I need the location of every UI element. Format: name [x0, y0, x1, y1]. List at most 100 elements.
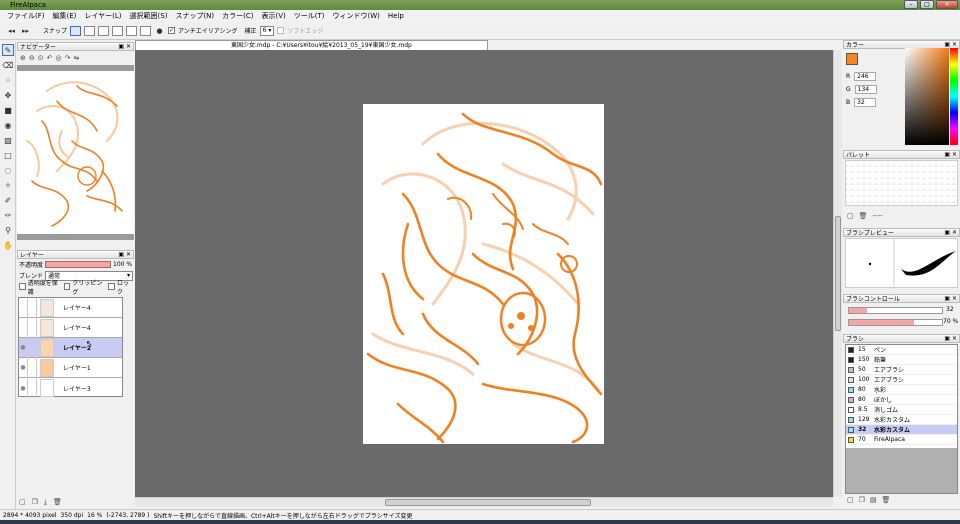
merge-layer-icon[interactable]: ⤓: [44, 498, 47, 507]
correction-select[interactable]: 6 ▾: [259, 25, 275, 36]
panel-controls-icon[interactable]: ▣ ✕: [118, 43, 131, 51]
dot-tool-icon[interactable]: ⁘: [2, 74, 14, 86]
layer-row[interactable]: ● レイヤー2 ↖: [19, 337, 122, 358]
layer-row[interactable]: ● レイヤー3: [19, 378, 122, 398]
zoom-out-icon[interactable]: ⊖: [29, 54, 35, 62]
antialias-checkbox[interactable]: ✓: [168, 27, 176, 34]
horizontal-scrollbar[interactable]: [135, 497, 833, 507]
rotate-reset-icon[interactable]: ◎: [56, 54, 62, 62]
saturation-value-picker[interactable]: [905, 48, 949, 145]
menu-view[interactable]: 表示(V): [258, 11, 290, 21]
select-eraser-icon[interactable]: ✑: [2, 209, 14, 221]
panel-controls-icon[interactable]: ▣ ✕: [118, 251, 131, 259]
snap-circle-icon[interactable]: [126, 25, 138, 36]
brush-item[interactable]: 80 ぼかし: [846, 395, 957, 405]
menu-tool[interactable]: ツール(T): [290, 11, 329, 21]
layer-lock-cell[interactable]: [28, 297, 37, 318]
brush-settings-icon[interactable]: ▤: [870, 496, 877, 504]
magic-wand-icon[interactable]: ✧: [2, 179, 14, 191]
snap-parallel-icon[interactable]: [84, 25, 96, 36]
protect-alpha-checkbox[interactable]: [19, 283, 26, 290]
layer-row[interactable]: レイヤー4: [19, 317, 122, 338]
layer-lock-cell[interactable]: [28, 357, 37, 378]
snap-off-icon[interactable]: [70, 25, 82, 36]
hand-tool-icon[interactable]: ✋: [2, 239, 14, 251]
next-icon[interactable]: ▸▸: [20, 25, 31, 36]
panel-controls-icon[interactable]: ▣ ✕: [944, 295, 957, 303]
visibility-icon[interactable]: ●: [19, 337, 28, 358]
flip-icon[interactable]: ⇋: [73, 54, 79, 62]
visibility-icon[interactable]: [19, 297, 28, 318]
minimize-button[interactable]: –: [904, 0, 918, 9]
zoom-fit-icon[interactable]: ⊙: [38, 54, 44, 62]
navigator-preview[interactable]: [17, 65, 134, 240]
brush-item[interactable]: 129 水彩カスタム: [846, 415, 957, 425]
select-tool-icon[interactable]: □: [2, 149, 14, 161]
document-canvas[interactable]: [363, 104, 604, 444]
menu-select[interactable]: 選択範囲(S): [126, 11, 172, 21]
visibility-icon[interactable]: ●: [19, 357, 28, 378]
green-value[interactable]: 134: [854, 85, 877, 94]
delete-brush-icon[interactable]: 🗑: [882, 496, 891, 504]
layer-lock-cell[interactable]: [28, 378, 37, 398]
brush-item[interactable]: 150 鉛筆: [846, 355, 957, 365]
delete-layer-icon[interactable]: 🗑: [53, 498, 62, 507]
move-tool-icon[interactable]: ✥: [2, 89, 14, 101]
vertical-scroll-thumb[interactable]: [835, 216, 841, 331]
blue-value[interactable]: 32: [854, 98, 877, 107]
snap-grid-icon[interactable]: [98, 25, 110, 36]
menu-file[interactable]: ファイル(F): [3, 11, 49, 21]
duplicate-brush-icon[interactable]: ❐: [859, 496, 865, 504]
hue-slider[interactable]: [950, 48, 958, 145]
new-brush-icon[interactable]: ▢: [847, 496, 854, 504]
eraser-tool-icon[interactable]: ⌫: [2, 59, 14, 71]
brush-item[interactable]: 80 水彩: [846, 385, 957, 395]
delete-palette-icon[interactable]: 🗑: [859, 212, 868, 220]
prev-icon[interactable]: ◂◂: [6, 25, 17, 36]
snap-settings-icon[interactable]: ●: [154, 25, 165, 36]
gradient-tool-icon[interactable]: ▧: [2, 134, 14, 146]
brush-item[interactable]: 8.5 消しゴム: [846, 405, 957, 415]
layer-row[interactable]: ● レイヤー1: [19, 357, 122, 378]
horizontal-scroll-thumb[interactable]: [385, 499, 591, 506]
brush-item[interactable]: 70 FireAlpaca: [846, 435, 957, 445]
panel-controls-icon[interactable]: ▣ ✕: [944, 229, 957, 237]
fill-tool-icon[interactable]: ■: [2, 104, 14, 116]
red-value[interactable]: 246: [854, 72, 877, 81]
palette-swatches[interactable]: [845, 160, 958, 206]
select-pen-icon[interactable]: ✐: [2, 194, 14, 206]
soft-edge-checkbox[interactable]: [277, 27, 285, 34]
snap-curve-icon[interactable]: [140, 25, 152, 36]
brush-opacity-slider[interactable]: [848, 319, 943, 326]
vertical-scrollbar[interactable]: [833, 50, 842, 497]
snap-radial-icon[interactable]: [112, 25, 124, 36]
document-tab[interactable]: 東国少女.mdp - C:¥Users¥itou¥絵¥2013_05_19¥東国…: [135, 40, 488, 50]
maximize-button[interactable]: □: [920, 0, 934, 9]
layer-row[interactable]: レイヤー4: [19, 297, 122, 318]
opacity-slider[interactable]: [45, 261, 112, 268]
layer-lock-cell[interactable]: [28, 337, 37, 358]
lasso-tool-icon[interactable]: ◌: [2, 164, 14, 176]
visibility-icon[interactable]: [19, 317, 28, 338]
brush-size-slider[interactable]: [848, 307, 943, 314]
eyedropper-icon[interactable]: ⚲: [2, 224, 14, 236]
rotate-left-icon[interactable]: ↶: [47, 54, 53, 62]
zoom-in-icon[interactable]: ⊕: [20, 54, 26, 62]
menu-window[interactable]: ウィンドウ(W): [329, 11, 384, 21]
panel-controls-icon[interactable]: ▣ ✕: [944, 335, 957, 343]
brush-item[interactable]: 15 ペン: [846, 345, 957, 355]
menu-snap[interactable]: スナップ(N): [171, 11, 218, 21]
visibility-icon[interactable]: ●: [19, 378, 28, 398]
brush-item[interactable]: 100 エアブラシ: [846, 375, 957, 385]
duplicate-layer-icon[interactable]: ❐: [32, 498, 38, 507]
brush-item[interactable]: 32 水彩カスタム: [846, 425, 957, 435]
panel-controls-icon[interactable]: ▣ ✕: [944, 151, 957, 159]
bucket-tool-icon[interactable]: ◉: [2, 119, 14, 131]
add-palette-icon[interactable]: ▢: [847, 212, 854, 220]
layer-lock-cell[interactable]: [28, 317, 37, 338]
current-color-swatch[interactable]: [846, 53, 858, 65]
pen-tool-icon[interactable]: ✎: [2, 44, 14, 56]
lock-checkbox[interactable]: [108, 283, 116, 290]
menu-edit[interactable]: 編集(E): [49, 11, 81, 21]
menu-help[interactable]: Help: [384, 12, 408, 20]
